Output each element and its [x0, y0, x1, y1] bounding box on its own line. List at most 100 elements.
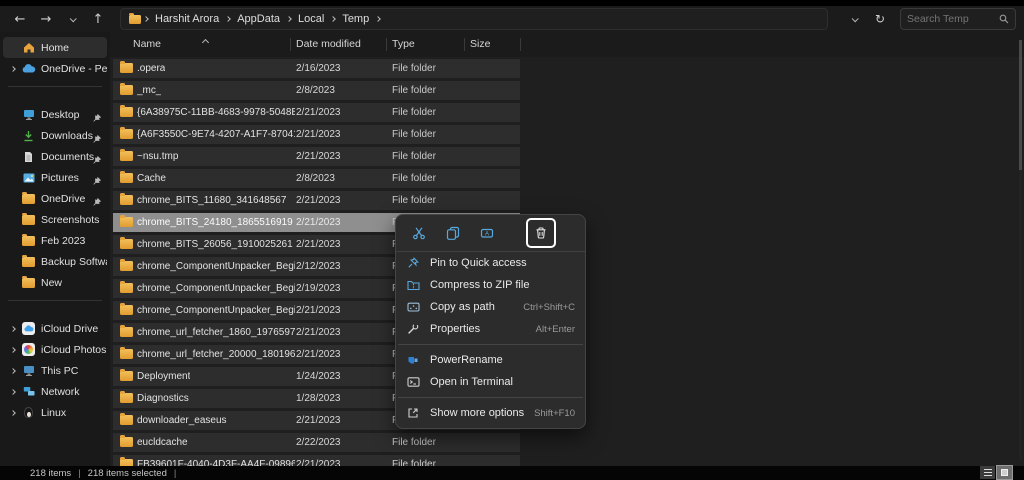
column-header-name[interactable]: Name [133, 38, 161, 50]
folder-icon [120, 283, 133, 293]
column-header-row: Name Date modified Type Size [110, 32, 1024, 57]
chevron-right-icon [143, 16, 149, 22]
refresh-button[interactable]: ↻ [868, 9, 892, 29]
folder-icon [21, 234, 36, 247]
table-row[interactable]: ~nsu.tmp2/21/2023File folder [113, 147, 520, 166]
scrollbar-thumb[interactable] [1019, 40, 1022, 170]
menu-item-powerrename[interactable]: PowerRename [396, 349, 585, 371]
menu-item-properties[interactable]: Properties Alt+Enter [396, 318, 585, 340]
folder-icon [120, 415, 133, 425]
sidebar-item-label: This PC [41, 365, 78, 377]
address-dropdown-button[interactable] [842, 9, 866, 29]
table-row[interactable]: _mc_2/8/2023File folder [113, 81, 520, 100]
menu-item-compress-to-zip[interactable]: Compress to ZIP file [396, 274, 585, 296]
pictures-icon [21, 171, 36, 184]
menu-item-show-more-options[interactable]: Show more options Shift+F10 [396, 402, 585, 424]
sidebar-item-icloud-drive[interactable]: iCloud Drive [3, 318, 107, 339]
table-row[interactable]: Cache2/8/2023File folder [113, 169, 520, 188]
search-box[interactable] [900, 8, 1016, 30]
breadcrumb-item-user[interactable]: Harshit Arora [151, 13, 223, 25]
menu-divider [398, 397, 583, 398]
copy-as-path-icon [406, 300, 420, 314]
folder-icon [120, 129, 133, 139]
status-bar: 218 items | 218 items selected | [0, 466, 1024, 480]
menu-item-pin-to-quick-access[interactable]: Pin to Quick access [396, 252, 585, 274]
home-icon [21, 41, 36, 54]
folder-icon [120, 85, 133, 95]
column-header-size[interactable]: Size [470, 38, 490, 50]
chevron-right-icon [286, 16, 292, 22]
column-header-type[interactable]: Type [392, 38, 415, 50]
folder-icon [120, 371, 133, 381]
sidebar-item-downloads[interactable]: Downloads [3, 125, 107, 146]
sidebar-item-onedrive-personal[interactable]: OneDrive - Persona [3, 58, 107, 79]
sidebar-item-label: OneDrive [41, 193, 85, 205]
up-button[interactable]: ↑ [86, 9, 110, 29]
table-row[interactable]: eucldcache2/22/2023File folder [113, 433, 520, 452]
table-row[interactable]: {A6F3550C-9E74-4207-A1F7-87041A253...2/2… [113, 125, 520, 144]
scrollbar[interactable] [1019, 40, 1022, 460]
terminal-icon [406, 375, 420, 389]
menu-item-copy-as-path[interactable]: Copy as path Ctrl+Shift+C [396, 296, 585, 318]
navigation-bar: ← → ↑ Harshit Arora AppData Local Temp ↻ [0, 6, 1024, 32]
sidebar-item-icloud-photos[interactable]: iCloud Photos [3, 339, 107, 360]
breadcrumb-item-local[interactable]: Local [294, 13, 328, 25]
folder-icon [120, 305, 133, 315]
sidebar-divider [8, 86, 102, 87]
sidebar-item-backup-software[interactable]: Backup Software [3, 251, 107, 272]
sidebar-item-new[interactable]: New [3, 272, 107, 293]
table-row[interactable]: {6A38975C-11BB-4683-9978-5048BA00A...2/2… [113, 103, 520, 122]
cut-button[interactable] [406, 220, 432, 246]
powerrename-icon [406, 353, 420, 367]
details-view-icon [984, 469, 992, 477]
chevron-right-icon [10, 389, 16, 395]
forward-button[interactable]: → [34, 9, 58, 29]
sidebar-item-screenshots[interactable]: Screenshots [3, 209, 107, 230]
breadcrumb-item-appdata[interactable]: AppData [233, 13, 284, 25]
sidebar: Home OneDrive - Persona Desktop Download… [0, 32, 110, 466]
copy-button[interactable] [440, 220, 466, 246]
folder-icon [129, 15, 141, 24]
sidebar-item-documents[interactable]: Documents [3, 146, 107, 167]
sidebar-item-network[interactable]: Network [3, 381, 107, 402]
document-icon [21, 150, 36, 163]
folder-icon [120, 63, 133, 73]
folder-icon [120, 217, 133, 227]
breadcrumb-item-temp[interactable]: Temp [338, 13, 373, 25]
recent-locations-button[interactable] [60, 9, 84, 29]
sidebar-item-onedrive-folder[interactable]: OneDrive [3, 188, 107, 209]
sidebar-item-linux[interactable]: Linux [3, 402, 107, 423]
large-icons-view-button[interactable] [997, 466, 1012, 479]
column-header-date-modified[interactable]: Date modified [296, 38, 361, 50]
sidebar-item-feb-2023[interactable]: Feb 2023 [3, 230, 107, 251]
table-row[interactable]: chrome_BITS_11680_3416485672/21/2023File… [113, 191, 520, 210]
search-icon [999, 14, 1009, 24]
rename-button[interactable]: A [474, 220, 500, 246]
sort-ascending-icon [203, 32, 208, 50]
sidebar-item-this-pc[interactable]: This PC [3, 360, 107, 381]
sidebar-item-label: Pictures [41, 172, 79, 184]
sidebar-item-label: OneDrive - Persona [41, 63, 107, 75]
chevron-right-icon [375, 16, 381, 22]
sidebar-item-pictures[interactable]: Pictures [3, 167, 107, 188]
chevron-right-icon [10, 66, 16, 72]
back-button[interactable]: ← [8, 9, 32, 29]
search-input[interactable] [907, 13, 999, 25]
sidebar-item-label: Linux [41, 407, 66, 419]
menu-item-open-in-terminal[interactable]: Open in Terminal [396, 371, 585, 393]
folder-icon [120, 173, 133, 183]
folder-icon [120, 261, 133, 271]
sidebar-item-label: iCloud Drive [41, 323, 98, 335]
breadcrumb[interactable]: Harshit Arora AppData Local Temp [120, 8, 828, 30]
sidebar-item-desktop[interactable]: Desktop [3, 104, 107, 125]
details-view-button[interactable] [980, 466, 995, 479]
sidebar-item-label: Screenshots [41, 214, 99, 226]
sidebar-item-home[interactable]: Home [3, 37, 107, 58]
delete-button[interactable] [526, 218, 556, 248]
chevron-right-icon [10, 347, 16, 353]
sidebar-item-label: Network [41, 386, 80, 398]
table-row[interactable]: .opera2/16/2023File folder [113, 59, 520, 78]
wrench-icon [406, 322, 420, 336]
chevron-right-icon [330, 16, 336, 22]
selected-count: 218 items selected [88, 468, 167, 479]
